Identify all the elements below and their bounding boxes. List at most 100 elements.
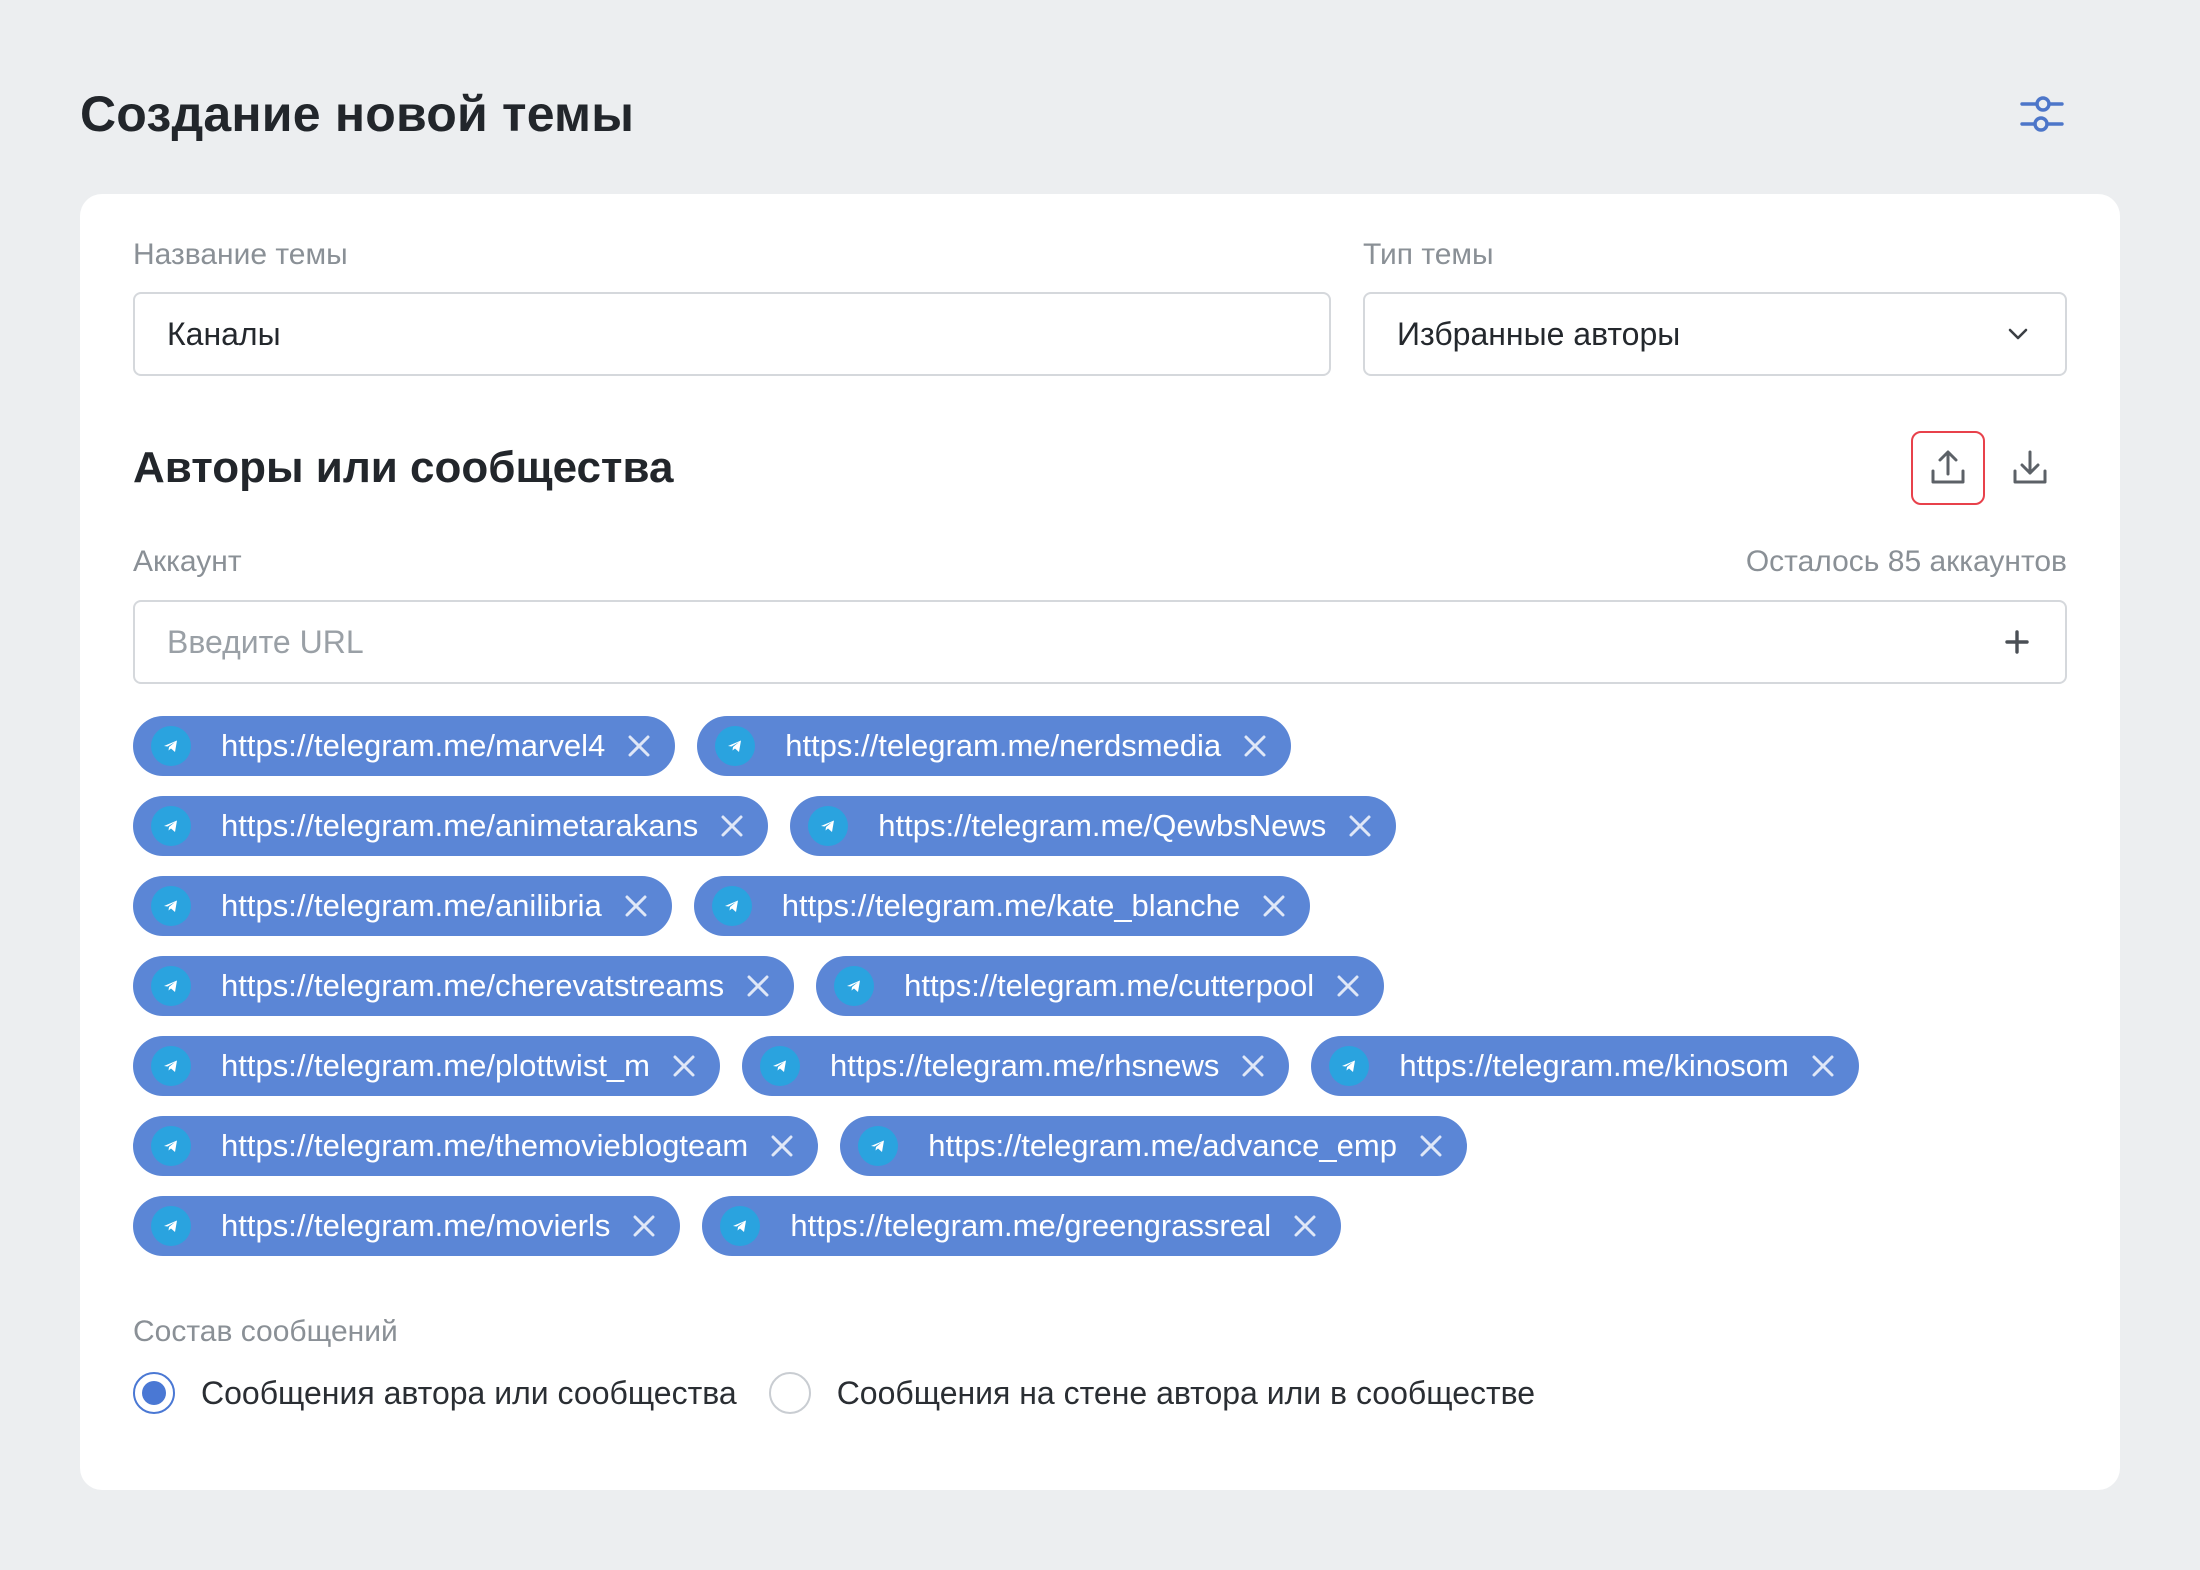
account-tag: https://telegram.me/animetarakans bbox=[133, 796, 769, 856]
radio-dot bbox=[142, 1381, 166, 1405]
tag-row: https://telegram.me/marvel4 https://teleg… bbox=[133, 716, 2067, 776]
account-tag: https://telegram.me/cherevatstreams bbox=[133, 956, 795, 1016]
remove-tag-button[interactable] bbox=[716, 810, 748, 842]
remove-tag-button[interactable] bbox=[628, 1210, 660, 1242]
sliders-icon bbox=[2020, 96, 2064, 132]
remove-tag-button[interactable] bbox=[1258, 890, 1290, 922]
remove-tag-button[interactable] bbox=[1415, 1130, 1447, 1162]
tag-row: https://telegram.me/animetarakans https:/… bbox=[133, 796, 2067, 856]
remove-tag-button[interactable] bbox=[1332, 970, 1364, 1002]
account-tag-url: https://telegram.me/themovieblogteam bbox=[221, 1128, 749, 1163]
account-labels-row: Аккаунт Осталось 85 аккаунтов bbox=[133, 544, 2067, 580]
remove-tag-button[interactable] bbox=[620, 890, 652, 922]
radio-wall[interactable] bbox=[768, 1372, 811, 1414]
account-tag: https://telegram.me/anilibria bbox=[133, 876, 672, 936]
account-tags: https://telegram.me/marvel4 https://teleg… bbox=[133, 716, 2067, 1256]
topic-type-select[interactable]: Избранные авторы bbox=[1363, 292, 2067, 376]
url-input[interactable] bbox=[167, 623, 1867, 661]
account-tag-url: https://telegram.me/animetarakans bbox=[221, 808, 699, 843]
tag-row: https://telegram.me/themovieblogteam http… bbox=[133, 1116, 2067, 1176]
account-tag: https://telegram.me/marvel4 bbox=[133, 716, 676, 776]
page-title: Создание новой темы bbox=[80, 86, 635, 142]
telegram-icon bbox=[151, 726, 191, 766]
account-tag-url: https://telegram.me/greengrassreal bbox=[790, 1208, 1272, 1243]
account-tag-url: https://telegram.me/advance_emp bbox=[928, 1128, 1397, 1163]
account-tag: https://telegram.me/QewbsNews bbox=[790, 796, 1397, 856]
topic-type-value: Избранные авторы bbox=[1397, 315, 1681, 352]
telegram-icon bbox=[720, 1206, 761, 1246]
telegram-icon bbox=[151, 966, 191, 1006]
authors-section-header: Авторы или сообщества bbox=[133, 430, 2067, 506]
account-tag-url: https://telegram.me/plottwist_m bbox=[221, 1048, 650, 1083]
remove-tag-button[interactable] bbox=[1807, 1050, 1839, 1082]
account-tag-url: https://telegram.me/nerdsmedia bbox=[785, 728, 1222, 763]
close-icon bbox=[1812, 1055, 1834, 1077]
close-icon bbox=[628, 735, 650, 757]
tag-row: https://telegram.me/plottwist_m https://t… bbox=[133, 1036, 2067, 1096]
topic-fields-row: Название темы Каналы Тип темы Избранные … bbox=[133, 238, 2067, 376]
radio-wall-label: Сообщения на стене автора или в сообщест… bbox=[836, 1374, 1536, 1411]
account-tag-url: https://telegram.me/marvel4 bbox=[221, 728, 606, 763]
upload-button[interactable] bbox=[1911, 431, 1985, 505]
telegram-icon bbox=[151, 806, 191, 846]
topic-form-card: Название темы Каналы Тип темы Избранные … bbox=[80, 194, 2120, 1490]
close-icon bbox=[1337, 975, 1359, 997]
close-icon bbox=[747, 975, 769, 997]
account-tag: https://telegram.me/movierls bbox=[133, 1196, 681, 1256]
plus-icon bbox=[2005, 630, 2029, 654]
authors-section-title: Авторы или сообщества bbox=[133, 443, 674, 492]
page-header: Создание новой темы bbox=[80, 84, 2070, 144]
account-tag: https://telegram.me/nerdsmedia bbox=[697, 716, 1292, 776]
account-tag-url: https://telegram.me/QewbsNews bbox=[878, 808, 1327, 843]
account-label: Аккаунт bbox=[133, 545, 242, 578]
telegram-icon bbox=[715, 726, 756, 766]
account-tag-url: https://telegram.me/movierls bbox=[221, 1208, 611, 1243]
close-icon bbox=[1242, 1055, 1264, 1077]
tag-row: https://telegram.me/anilibria https://tel… bbox=[133, 876, 2067, 936]
telegram-icon bbox=[760, 1046, 800, 1086]
upload-icon bbox=[1931, 450, 1965, 484]
radio-author[interactable] bbox=[133, 1372, 175, 1414]
composition-label: Состав сообщений bbox=[133, 1315, 398, 1348]
remove-tag-button[interactable] bbox=[742, 970, 774, 1002]
radio-option-wall[interactable]: Сообщения на стене автора или в сообщест… bbox=[768, 1372, 1536, 1414]
topic-type-label: Тип темы bbox=[1363, 238, 1494, 271]
telegram-icon bbox=[711, 886, 752, 926]
account-tag: https://telegram.me/plottwist_m bbox=[133, 1036, 720, 1096]
close-icon bbox=[1420, 1135, 1442, 1157]
close-icon bbox=[1294, 1215, 1316, 1237]
tag-row: https://telegram.me/cherevatstreams https… bbox=[133, 956, 2067, 1016]
telegram-icon bbox=[808, 806, 849, 846]
close-icon bbox=[673, 1055, 695, 1077]
tag-row: https://telegram.me/movierls https://tele… bbox=[133, 1196, 2067, 1256]
telegram-icon bbox=[834, 966, 875, 1006]
close-icon bbox=[1263, 895, 1285, 917]
telegram-icon bbox=[151, 886, 191, 926]
telegram-icon bbox=[151, 1206, 191, 1246]
account-tag: https://telegram.me/themovieblogteam bbox=[133, 1116, 819, 1176]
topic-name-label: Название темы bbox=[133, 238, 348, 271]
remove-tag-button[interactable] bbox=[1289, 1210, 1321, 1242]
remove-tag-button[interactable] bbox=[1239, 730, 1271, 762]
remove-tag-button[interactable] bbox=[1237, 1050, 1269, 1082]
add-url-button[interactable] bbox=[1993, 618, 2041, 666]
topic-name-input[interactable]: Каналы bbox=[133, 292, 1331, 376]
close-icon bbox=[633, 1215, 655, 1237]
telegram-icon bbox=[151, 1126, 191, 1166]
account-tag-url: https://telegram.me/kinosom bbox=[1399, 1048, 1789, 1083]
remove-tag-button[interactable] bbox=[1344, 810, 1376, 842]
download-icon bbox=[2013, 450, 2047, 484]
account-tag-url: https://telegram.me/cutterpool bbox=[904, 968, 1315, 1003]
close-icon bbox=[721, 815, 743, 837]
settings-button[interactable] bbox=[2014, 86, 2070, 142]
composition-radio-group: Сообщения автора или сообщества Сообщени… bbox=[133, 1372, 1535, 1414]
remove-tag-button[interactable] bbox=[623, 730, 655, 762]
download-button[interactable] bbox=[1993, 431, 2067, 505]
topic-name-group: Название темы Каналы bbox=[133, 238, 1331, 376]
account-tag: https://telegram.me/kinosom bbox=[1311, 1036, 1859, 1096]
remove-tag-button[interactable] bbox=[766, 1130, 798, 1162]
remove-tag-button[interactable] bbox=[668, 1050, 700, 1082]
radio-author-label: Сообщения автора или сообщества bbox=[201, 1374, 737, 1411]
radio-option-author[interactable]: Сообщения автора или сообщества bbox=[133, 1372, 737, 1414]
url-input-field bbox=[133, 600, 2067, 684]
